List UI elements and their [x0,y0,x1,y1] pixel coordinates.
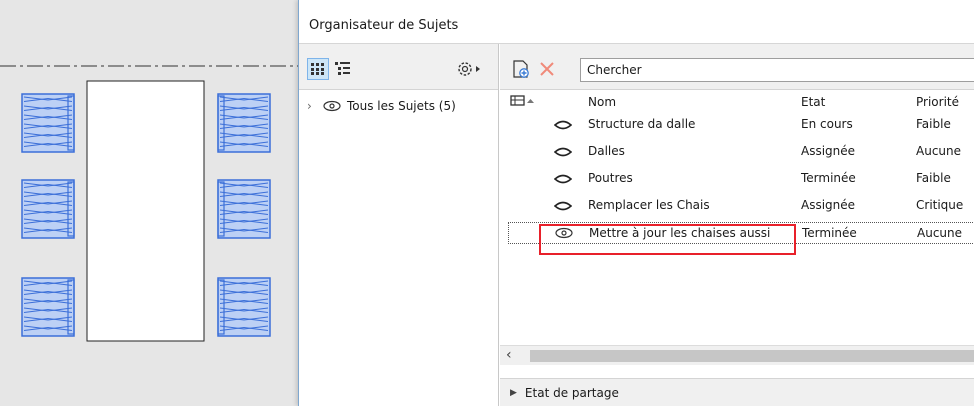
chair-symbol[interactable] [21,277,75,337]
horizontal-scrollbar[interactable]: ‹ [500,345,974,365]
chair-symbol[interactable] [217,93,271,153]
row-priority: Aucune [916,144,962,158]
row-priority: Critique [916,198,964,212]
floor-plan-drawing [0,65,298,342]
table-row[interactable]: Poutres Terminée Faible [500,168,974,190]
tree-item-label: Tous les Sujets (5) [347,99,456,113]
column-header-priority[interactable]: Priorité [916,95,959,109]
eye-open-icon[interactable] [555,227,573,242]
row-name: Remplacer les Chais [588,198,710,212]
row-priority: Aucune [917,226,963,240]
search-input[interactable] [580,58,974,82]
column-header-status[interactable]: Etat [801,95,825,109]
new-topic-icon[interactable] [510,58,532,80]
left-toolbar [299,44,498,90]
table-rectangle [86,80,205,342]
title-bar[interactable]: Organisateur de Sujets [299,0,974,44]
scroll-left-icon[interactable]: ‹ [506,347,512,363]
row-name: Structure da dalle [588,117,696,131]
chevron-right-icon[interactable]: › [307,99,317,113]
window-title: Organisateur de Sujets [309,18,459,33]
scrollbar-thumb[interactable] [530,350,974,362]
row-priority: Faible [916,117,951,131]
table-row[interactable]: Dalles Assignée Aucune [500,141,974,163]
table-row[interactable]: Structure da dalle En cours Faible [500,114,974,136]
row-priority: Faible [916,171,951,185]
row-status: Assignée [801,144,856,158]
sort-ascending-icon[interactable] [510,94,536,111]
eye-closed-icon[interactable] [553,200,573,215]
eye-open-icon[interactable] [323,100,341,112]
chair-symbol[interactable] [217,179,271,239]
row-name: Poutres [588,171,633,185]
chair-symbol[interactable] [21,179,75,239]
row-name: Mettre à jour les chaises aussi [589,226,771,240]
table-header: Nom Etat Priorité [500,90,974,112]
right-toolbar [500,44,974,90]
grid-view-icon[interactable] [307,58,329,80]
table-row-selected[interactable]: Mettre à jour les chaises aussi Terminée… [508,222,974,244]
eye-closed-icon[interactable] [553,146,573,161]
eye-closed-icon[interactable] [553,119,573,134]
expand-triangle-icon[interactable]: ▶ [510,388,517,398]
topic-organizer-window: Organisateur de Sujets › Tous les Sujets… [298,0,974,406]
column-header-name[interactable]: Nom [588,95,616,109]
gear-menu-icon[interactable] [453,58,487,80]
tree-item-all-topics[interactable]: › Tous les Sujets (5) [307,96,456,116]
row-status: Assignée [801,198,856,212]
row-status: Terminée [801,171,856,185]
topics-list-pane: Nom Etat Priorité Structure da dalle En … [500,44,974,406]
chair-symbol[interactable] [217,277,271,337]
eye-closed-icon[interactable] [553,173,573,188]
drawing-canvas[interactable] [0,0,298,406]
row-status: Terminée [802,226,857,240]
share-state-label: Etat de partage [524,385,619,400]
row-name: Dalles [588,144,625,158]
tree-view-icon[interactable] [332,58,354,80]
share-state-panel[interactable]: ▶ Etat de partage [500,378,974,406]
row-status: En cours [801,117,853,131]
table-row[interactable]: Remplacer les Chais Assignée Critique [500,195,974,217]
chair-symbol[interactable] [21,93,75,153]
delete-icon[interactable] [536,58,558,80]
topics-tree-pane: › Tous les Sujets (5) [299,44,499,406]
